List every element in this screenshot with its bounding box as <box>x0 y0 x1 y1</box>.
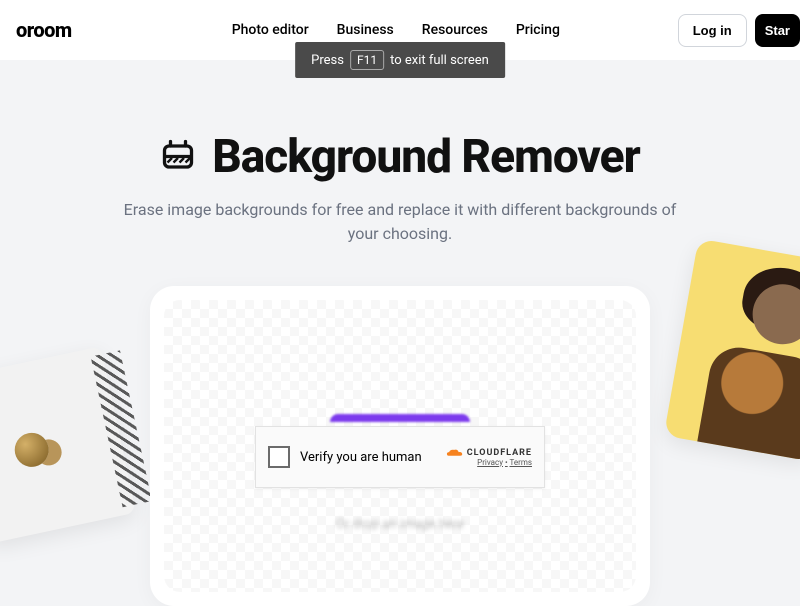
nav-business[interactable]: Business <box>337 22 394 38</box>
decorative-card-left <box>0 346 136 543</box>
hero-title-row: Background Remover <box>40 130 760 184</box>
page-title: Background Remover <box>212 130 640 184</box>
captcha-terms-link[interactable]: Terms <box>510 458 532 467</box>
notice-post: to exit full screen <box>390 53 489 68</box>
cloudflare-icon <box>446 448 464 458</box>
nav-photo-editor[interactable]: Photo editor <box>232 22 309 38</box>
auth-buttons: Log in Star <box>678 14 800 47</box>
nav-resources[interactable]: Resources <box>422 22 488 38</box>
drop-hint: Or drop an image here <box>336 517 464 532</box>
captcha-brand-name: CLOUDFLARE <box>467 448 532 458</box>
cloudflare-captcha: Verify you are human CLOUDFLARE Privacy … <box>255 426 545 488</box>
captcha-checkbox[interactable] <box>268 446 290 468</box>
page-subtitle: Erase image backgrounds for free and rep… <box>120 198 680 246</box>
upload-card[interactable]: Verify you are human CLOUDFLARE Privacy … <box>150 286 650 606</box>
fullscreen-notice: Press F11 to exit full screen <box>295 42 505 78</box>
hero: Background Remover Erase image backgroun… <box>0 130 800 246</box>
notice-key: F11 <box>350 50 384 70</box>
nav-pricing[interactable]: Pricing <box>516 22 560 38</box>
start-button[interactable]: Star <box>755 14 800 47</box>
captcha-label: Verify you are human <box>300 450 446 465</box>
main-nav: Photo editor Business Resources Pricing <box>232 22 560 38</box>
decorative-card-right <box>664 238 800 461</box>
login-button[interactable]: Log in <box>678 14 747 47</box>
captcha-brand: CLOUDFLARE Privacy • Terms <box>446 448 532 467</box>
logo[interactable]: oroom <box>16 18 72 42</box>
notice-pre: Press <box>311 53 344 68</box>
background-remover-icon <box>160 137 196 177</box>
captcha-sep: • <box>505 458 508 467</box>
upload-button-blurred <box>330 414 470 422</box>
captcha-privacy-link[interactable]: Privacy <box>477 458 503 467</box>
